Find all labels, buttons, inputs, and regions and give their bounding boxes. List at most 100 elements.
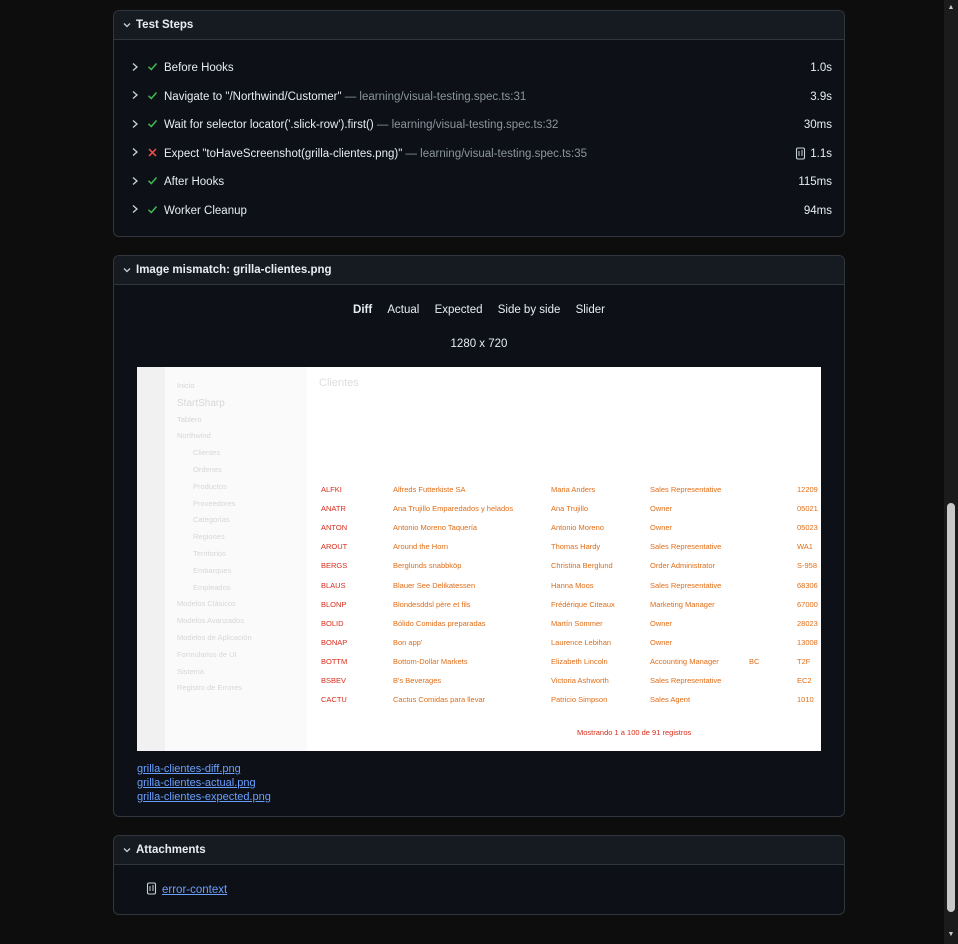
step-location: — learning/visual-testing.spec.ts:35	[402, 147, 588, 160]
step-row[interactable]: Wait for selector locator('.slick-row').…	[114, 115, 844, 135]
snapshot-grid-cell: T2F	[797, 656, 811, 666]
snapshot-region-cell: BC	[749, 656, 760, 666]
snapshot-grid-cell: Thomas Hardy	[551, 542, 601, 552]
chevron-right-icon[interactable]	[131, 176, 141, 189]
snapshot-grid-cell: Antonio Moreno Taquería	[393, 523, 478, 533]
snapshot-grid-cell: BONAP	[321, 637, 348, 647]
snapshot-grid-cell: 05021	[797, 504, 818, 514]
expected-image-link[interactable]: grilla-clientes-expected.png	[137, 790, 271, 804]
step-row[interactable]: Before Hooks 1.0s	[114, 58, 844, 78]
step-location: — learning/visual-testing.spec.ts:32	[373, 119, 559, 131]
snapshot-grid-cell: 13008	[797, 637, 818, 647]
snapshot-grid-cell: Ana Trujillo	[551, 504, 589, 514]
snapshot-sidebar-item: StartSharp	[177, 397, 225, 409]
snapshot-sidebar-item: Empleados	[193, 582, 231, 592]
snapshot-page-title: Clientes	[319, 377, 359, 389]
snapshot-grid-cell: 12209	[797, 485, 818, 494]
snapshot-grid-cell: Accounting Manager	[650, 656, 719, 666]
snapshot-grid-cell: Bon app'	[393, 637, 423, 647]
snapshot-grid-cell: Owner	[650, 637, 673, 647]
test-steps-header[interactable]: Test Steps	[114, 11, 844, 40]
snapshot-grid-cell: ANATR	[321, 504, 346, 514]
step-duration: 94ms	[803, 204, 832, 217]
snapshot-grid-cell: EC2	[797, 676, 812, 685]
snapshot-grid-cell: Owner	[650, 618, 673, 628]
step-duration: 1.1s	[810, 147, 832, 160]
step-row[interactable]: Expect "toHaveScreenshot(grilla-clientes…	[114, 144, 844, 164]
step-row[interactable]: After Hooks 115ms	[114, 172, 844, 192]
scrollbar-thumb[interactable]	[947, 503, 955, 912]
tab-slider[interactable]: Slider	[576, 304, 605, 316]
snapshot-sidebar-item: Modelos de Aplicación	[177, 633, 252, 642]
snapshot-grid-cell: BLONP	[321, 599, 347, 609]
snapshot-sidebar-item: Embarques	[193, 565, 232, 575]
check-icon	[147, 175, 159, 189]
chevron-right-icon[interactable]	[131, 119, 141, 132]
test-steps-title: Test Steps	[136, 19, 194, 31]
scroll-down-icon[interactable]: ▼	[947, 931, 955, 938]
step-name: Worker Cleanup	[164, 204, 247, 217]
snapshot-grid-cell: Martín Sommer	[551, 618, 603, 628]
tab-diff[interactable]: Diff	[353, 304, 372, 316]
chevron-down-icon	[122, 265, 136, 275]
snapshot-sidebar-item: Clientes	[193, 448, 221, 458]
attachments-card: Attachments error-context	[113, 835, 845, 915]
step-row[interactable]: Worker Cleanup 94ms	[114, 201, 844, 221]
attachment-item: error-context	[146, 882, 227, 898]
snapshot-grid-cell: BSBEV	[321, 676, 347, 685]
snapshot-grid-cell: Christina Berglund	[551, 561, 613, 571]
snapshot-grid-cell: 05023	[797, 523, 818, 533]
snapshot-sidebar-item: Territorios	[193, 549, 226, 558]
snapshot-grid-cell: 28023	[797, 618, 818, 628]
step-name: Wait for selector locator('.slick-row').…	[164, 119, 374, 131]
attachments-header[interactable]: Attachments	[114, 836, 844, 865]
snapshot-grid-cell: Cactus Comidas para llevar	[393, 695, 486, 705]
snapshot-grid-cell: Frédérique Citeaux	[551, 599, 615, 609]
snapshot-sidebar-item: Modelos Avanzados	[177, 616, 244, 626]
tab-side-by-side[interactable]: Side by side	[498, 304, 561, 316]
image-mismatch-header[interactable]: Image mismatch: grilla-clientes.png	[114, 256, 844, 285]
check-icon	[147, 61, 159, 75]
step-duration: 1.0s	[810, 62, 832, 74]
snapshot-grid-cell: Owner	[650, 504, 673, 514]
diff-links: grilla-clientes-diff.png grilla-clientes…	[137, 762, 271, 804]
chevron-down-icon	[122, 20, 136, 30]
snapshot-sidebar-item: Modelos Clásicos	[177, 599, 236, 609]
error-context-link[interactable]: error-context	[162, 884, 227, 896]
tab-expected[interactable]: Expected	[435, 304, 483, 316]
snapshot-grid-cell: B's Beverages	[393, 676, 442, 685]
snapshot-grid-cell: ALFKI	[321, 485, 342, 494]
snapshot-sidebar-item: Tablero	[177, 414, 202, 424]
snapshot-grid-cell: Maria Anders	[551, 485, 596, 494]
snapshot-grid-cell: 1010	[797, 695, 814, 705]
snapshot-footer-text: Mostrando 1 a 100 de 91 registros	[577, 728, 692, 737]
diff-image-link[interactable]: grilla-clientes-diff.png	[137, 762, 271, 776]
chevron-right-icon[interactable]	[131, 90, 141, 103]
chevron-right-icon[interactable]	[131, 147, 141, 160]
snapshot-grid-cell: 67000	[797, 599, 818, 609]
tab-actual[interactable]: Actual	[387, 304, 419, 316]
snapshot-sidebar-item: Northwind	[177, 431, 211, 441]
actual-image-link[interactable]: grilla-clientes-actual.png	[137, 776, 271, 790]
check-icon	[147, 90, 159, 104]
x-icon	[147, 147, 159, 161]
step-name: Expect "toHaveScreenshot(grilla-clientes…	[164, 147, 403, 160]
attachments-title: Attachments	[136, 844, 206, 856]
snapshot-grid-cell: Sales Representative	[650, 485, 722, 494]
chevron-right-icon[interactable]	[131, 204, 141, 217]
snapshot-grid-cell: Blondesddsl père et fils	[393, 599, 471, 609]
step-duration: 3.9s	[810, 90, 832, 103]
snapshot-grid-cell: Victoria Ashworth	[551, 676, 609, 685]
snapshot-grid-cell: BOTTM	[321, 656, 348, 666]
snapshot-grid-cell: Blauer See Delikatessen	[393, 580, 476, 590]
snapshot-grid-cell: BOLID	[321, 618, 344, 628]
attachment-icon[interactable]	[795, 146, 806, 163]
step-row[interactable]: Navigate to "/Northwind/Customer" — lear…	[114, 87, 844, 107]
image-mismatch-card: Image mismatch: grilla-clientes.png Diff…	[113, 255, 845, 817]
scroll-up-icon[interactable]: ▲	[947, 4, 955, 11]
snapshot-grid-cell: Patricio Simpson	[551, 695, 608, 705]
test-steps-card: Test Steps Before Hooks 1.0s Navigate to "…	[113, 10, 845, 237]
snapshot-sidebar-item: Proveedores	[193, 498, 236, 508]
chevron-right-icon[interactable]	[131, 62, 141, 75]
snapshot-sidebar-item: Inicio	[177, 381, 195, 390]
